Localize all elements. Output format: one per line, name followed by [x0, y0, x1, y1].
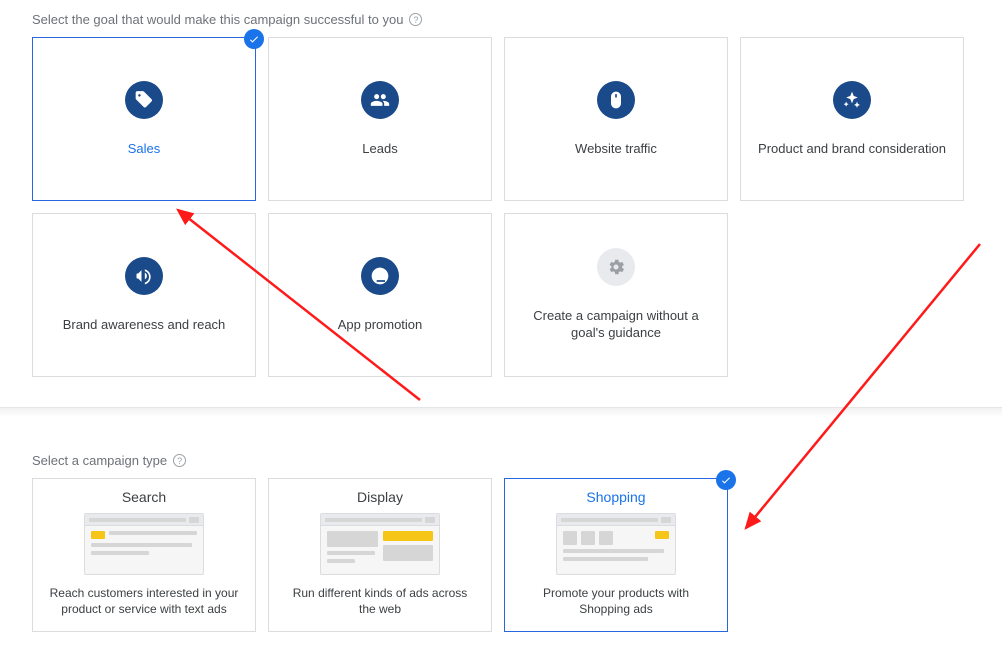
goal-card-app-promotion[interactable]: App promotion — [268, 213, 492, 377]
goal-section-label: Select the goal that would make this cam… — [32, 12, 970, 27]
mouse-icon — [597, 81, 635, 119]
goal-card-sales[interactable]: Sales — [32, 37, 256, 201]
section-divider — [0, 407, 1002, 417]
goal-label: Brand awareness and reach — [53, 317, 236, 334]
goal-label: Website traffic — [565, 141, 667, 158]
type-desc: Promote your products with Shopping ads — [515, 585, 717, 617]
type-title: Display — [357, 489, 403, 505]
goal-card-product-brand[interactable]: Product and brand consideration — [740, 37, 964, 201]
type-thumb-shopping — [556, 513, 676, 575]
check-icon — [716, 470, 736, 490]
download-icon — [361, 257, 399, 295]
people-icon — [361, 81, 399, 119]
type-card-shopping[interactable]: Shopping Promote your products with Shop… — [504, 478, 728, 632]
type-title: Search — [122, 489, 166, 505]
type-section-label-text: Select a campaign type — [32, 453, 167, 468]
type-card-display[interactable]: Display Run different kinds of ads acros… — [268, 478, 492, 632]
type-grid: Search Reach customers interested in you… — [32, 478, 970, 632]
megaphone-icon — [125, 257, 163, 295]
goal-section: Select the goal that would make this cam… — [0, 0, 1002, 401]
type-title: Shopping — [586, 489, 645, 505]
type-section-label: Select a campaign type ? — [32, 453, 970, 468]
goal-card-leads[interactable]: Leads — [268, 37, 492, 201]
goal-label: Sales — [118, 141, 171, 158]
gear-icon — [597, 248, 635, 286]
type-card-search[interactable]: Search Reach customers interested in you… — [32, 478, 256, 632]
help-icon[interactable]: ? — [173, 454, 186, 467]
type-section: Select a campaign type ? Search Reach cu… — [0, 417, 1002, 632]
sparkle-icon — [833, 81, 871, 119]
goal-label: Create a campaign without a goal's guida… — [505, 308, 727, 342]
check-icon — [244, 29, 264, 49]
goal-section-label-text: Select the goal that would make this cam… — [32, 12, 403, 27]
goal-label: Product and brand consideration — [748, 141, 956, 158]
tag-icon — [125, 81, 163, 119]
type-desc: Reach customers interested in your produ… — [43, 585, 245, 617]
goal-card-brand-awareness[interactable]: Brand awareness and reach — [32, 213, 256, 377]
goal-card-website-traffic[interactable]: Website traffic — [504, 37, 728, 201]
type-thumb-search — [84, 513, 204, 575]
goal-card-no-goal[interactable]: Create a campaign without a goal's guida… — [504, 213, 728, 377]
type-thumb-display — [320, 513, 440, 575]
type-desc: Run different kinds of ads across the we… — [279, 585, 481, 617]
goal-label: Leads — [352, 141, 407, 158]
goal-label: App promotion — [328, 317, 433, 334]
help-icon[interactable]: ? — [409, 13, 422, 26]
goal-grid: Sales Leads Website traffic Product and … — [32, 37, 970, 377]
